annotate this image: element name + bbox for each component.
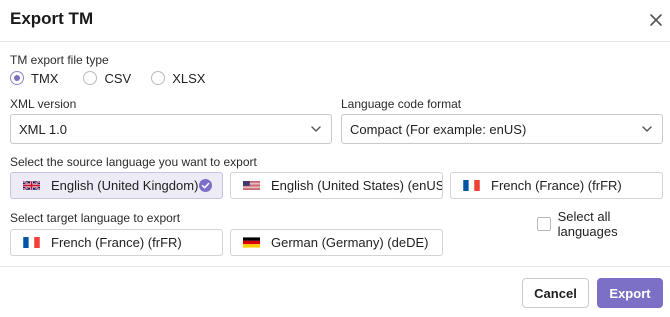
check-circle-icon — [199, 179, 212, 192]
source-language-option-label: English (United Kingdom) ... — [51, 178, 203, 193]
radio-tmx-label: TMX — [31, 70, 59, 86]
radio-csv-label: CSV — [104, 70, 132, 86]
language-code-format-select[interactable]: Compact (For example: enUS) — [341, 114, 663, 144]
france-flag-icon — [463, 180, 480, 191]
germany-flag-icon — [243, 237, 260, 248]
xml-version-label: XML version — [10, 97, 77, 111]
radio-tmx-circle[interactable] — [10, 71, 24, 85]
dialog-title: Export TM — [10, 9, 94, 28]
source-language-option-label: French (France) (frFR) — [491, 178, 622, 193]
target-language-label: Select target language to export — [10, 211, 181, 225]
target-language-option-de-de[interactable]: German (Germany) (deDE) — [230, 229, 443, 256]
export-tm-dialog: Export TM TM export file type TMX CSV XL… — [0, 0, 670, 317]
radio-xlsx-circle[interactable] — [151, 71, 166, 85]
us-flag-icon — [243, 181, 260, 190]
cancel-button[interactable]: Cancel — [522, 278, 589, 308]
chevron-down-icon — [642, 126, 652, 132]
source-language-option-en-us[interactable]: English (United States) (enUS) — [230, 172, 443, 199]
source-language-option-label: English (United States) (enUS) — [271, 178, 442, 193]
source-language-option-fr-fr[interactable]: French (France) (frFR) — [450, 172, 663, 199]
france-flag-icon — [23, 237, 40, 248]
export-button[interactable]: Export — [597, 278, 663, 308]
radio-csv-circle[interactable] — [83, 71, 98, 85]
uk-flag-icon — [23, 180, 40, 191]
language-code-format-value: Compact (For example: enUS) — [350, 122, 527, 137]
language-code-format-label: Language code format — [341, 97, 462, 111]
select-all-checkbox[interactable] — [537, 217, 551, 231]
close-icon[interactable] — [648, 12, 664, 28]
dialog-header: Export TM — [0, 0, 670, 42]
target-language-option-fr-fr[interactable]: French (France) (frFR) — [10, 229, 223, 256]
target-language-option-label: German (Germany) (deDE) — [271, 235, 429, 250]
target-language-option-label: French (France) (frFR) — [51, 235, 182, 250]
select-all-label: Select all languages — [557, 209, 618, 239]
select-all-languages[interactable]: Select all languages — [537, 209, 670, 239]
source-language-option-en-gb[interactable]: English (United Kingdom) ... — [10, 172, 223, 199]
file-type-radio-group: TMX CSV XLSX — [10, 69, 220, 87]
chevron-down-icon — [311, 126, 321, 132]
xml-version-value: XML 1.0 — [19, 122, 67, 137]
radio-tmx[interactable]: TMX — [10, 71, 58, 86]
xml-version-select[interactable]: XML 1.0 — [10, 114, 332, 144]
radio-xlsx-label: XLSX — [172, 70, 206, 86]
radio-xlsx[interactable]: XLSX — [151, 71, 205, 86]
file-type-label: TM export file type — [10, 53, 109, 67]
source-language-label: Select the source language you want to e… — [10, 155, 257, 169]
radio-csv[interactable]: CSV — [83, 71, 131, 86]
